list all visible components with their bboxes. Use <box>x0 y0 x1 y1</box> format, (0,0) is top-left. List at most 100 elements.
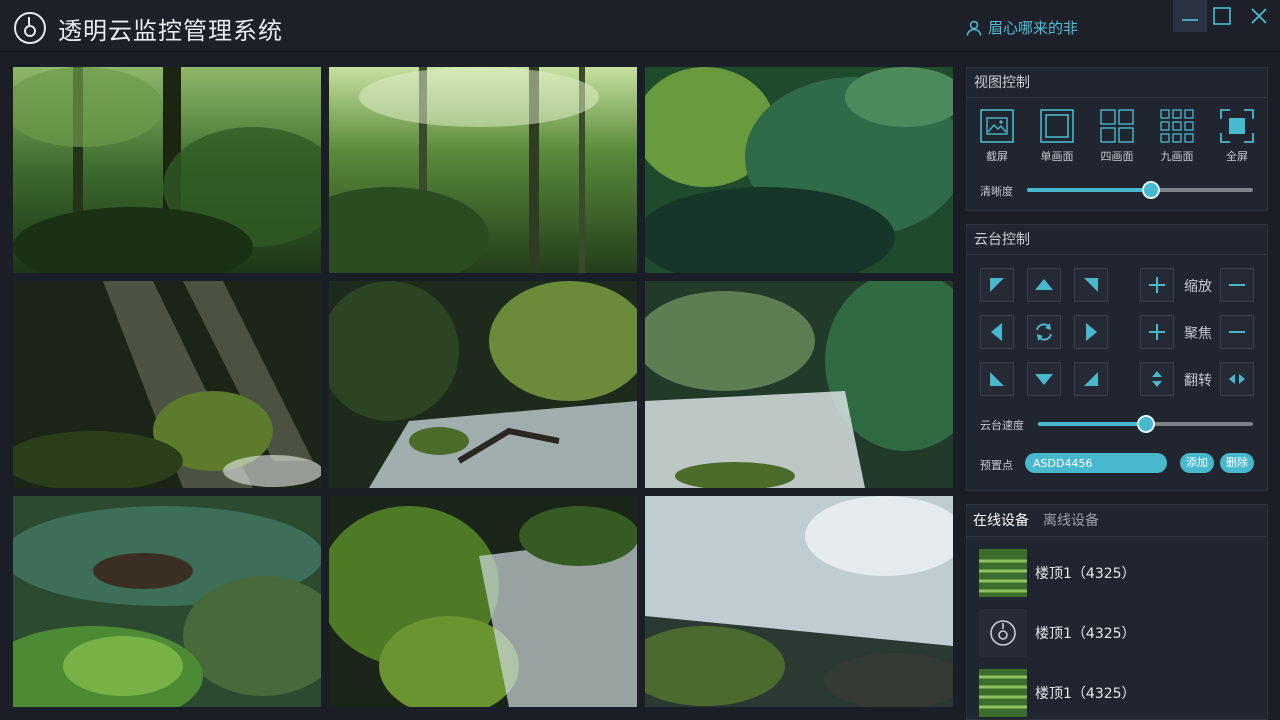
add-preset-button[interactable]: 添加 <box>1180 453 1214 473</box>
pan-down-left-button[interactable] <box>980 362 1014 396</box>
focus-out-button[interactable] <box>1220 315 1254 349</box>
screenshot-icon <box>980 109 1014 143</box>
camera-logo-icon <box>979 609 1027 657</box>
screenshot-button[interactable]: 截屏 <box>972 108 1022 164</box>
focus-in-button[interactable] <box>1140 315 1174 349</box>
fullscreen-label: 全屏 <box>1226 150 1248 163</box>
flip-vertical-icon <box>1152 371 1162 387</box>
pan-down-right-button[interactable] <box>1074 362 1108 396</box>
pan-down-button[interactable] <box>1027 362 1061 396</box>
minimize-icon <box>1182 19 1198 21</box>
device-tabs: 在线设备 离线设备 <box>967 505 1267 537</box>
device-thumbnail <box>979 549 1027 597</box>
nine-view-icon <box>1160 109 1194 143</box>
fullscreen-button[interactable]: 全屏 <box>1212 108 1262 164</box>
four-view-label: 四画面 <box>1100 150 1134 163</box>
device-name: 楼顶1（4325） <box>1035 566 1136 582</box>
zoom-in-button[interactable] <box>1140 268 1174 302</box>
zoom-out-button[interactable] <box>1220 268 1254 302</box>
pan-up-left-button[interactable] <box>980 268 1014 302</box>
close-icon <box>1251 8 1267 24</box>
arrow-down-icon <box>1035 374 1053 385</box>
arrow-up-left-icon <box>990 278 1004 292</box>
arrow-right-icon <box>1086 323 1097 341</box>
arrow-left-icon <box>991 323 1002 341</box>
video-cell[interactable] <box>13 281 321 488</box>
video-cell[interactable] <box>329 496 637 707</box>
clarity-slider[interactable] <box>1027 181 1253 199</box>
device-thumbnail <box>979 609 1027 657</box>
refresh-icon <box>1036 323 1052 341</box>
flip-horizontal-button[interactable] <box>1220 362 1254 396</box>
video-cell[interactable] <box>645 67 953 273</box>
minimize-button[interactable] <box>1173 0 1207 32</box>
arrow-down-left-icon <box>990 372 1004 386</box>
video-cell[interactable] <box>329 281 637 488</box>
plus-icon <box>1149 277 1165 293</box>
clarity-slider-fill <box>1027 188 1152 192</box>
clarity-slider-knob[interactable] <box>1142 181 1161 199</box>
tab-offline-devices[interactable]: 离线设备 <box>1043 505 1099 536</box>
single-view-label: 单画面 <box>1040 150 1074 163</box>
pan-up-right-button[interactable] <box>1074 268 1108 302</box>
ptz-reset-button[interactable] <box>1027 315 1061 349</box>
minus-icon <box>1229 331 1245 333</box>
device-name: 楼顶1（4325） <box>1035 686 1136 702</box>
list-item[interactable]: 楼顶1（4325） <box>979 549 1136 597</box>
preset-input[interactable] <box>1025 453 1167 473</box>
video-cell[interactable] <box>645 496 953 707</box>
device-thumbnail <box>979 669 1027 717</box>
app-title: 透明云监控管理系统 <box>58 17 283 45</box>
title-bar: 透明云监控管理系统 眉心哪来的非 <box>0 0 1280 52</box>
zoom-label: 缩放 <box>1184 279 1212 295</box>
ptz-control-panel: 云台控制 缩放 聚焦 翻转 云台速度 预置点 添加 删除 <box>966 224 1268 491</box>
close-button[interactable] <box>1242 0 1276 32</box>
nine-view-label: 九画面 <box>1160 150 1194 163</box>
device-list-panel: 在线设备 离线设备 楼顶1（4325） 楼顶1（4325） 楼顶1（4325） <box>966 504 1268 720</box>
preset-label: 预置点 <box>980 459 1013 472</box>
plus-icon <box>1149 324 1165 340</box>
user-menu[interactable]: 眉心哪来的非 <box>966 17 1078 38</box>
app-logo-icon <box>14 12 46 44</box>
clarity-label: 清晰度 <box>980 185 1013 198</box>
arrow-up-right-icon <box>1084 278 1098 292</box>
single-view-icon <box>1040 109 1074 143</box>
nine-view-button[interactable]: 九画面 <box>1152 108 1202 164</box>
focus-label: 聚焦 <box>1184 326 1212 342</box>
flip-label: 翻转 <box>1184 373 1212 389</box>
four-view-icon <box>1100 109 1134 143</box>
flip-horizontal-icon <box>1229 374 1245 384</box>
ptz-speed-slider-fill <box>1038 422 1146 426</box>
minus-icon <box>1229 284 1245 286</box>
list-item[interactable]: 楼顶1（4325） <box>979 669 1136 717</box>
view-control-panel: 视图控制 截屏 单画面 四画面 九画面 全屏 清晰度 <box>966 67 1268 211</box>
user-name: 眉心哪来的非 <box>988 19 1079 37</box>
four-view-button[interactable]: 四画面 <box>1092 108 1142 164</box>
device-name: 楼顶1（4325） <box>1035 626 1136 642</box>
video-cell[interactable] <box>329 67 637 273</box>
maximize-button[interactable] <box>1205 0 1239 32</box>
tab-online-devices[interactable]: 在线设备 <box>973 505 1029 536</box>
video-cell[interactable] <box>13 67 321 273</box>
list-item[interactable]: 楼顶1（4325） <box>979 609 1136 657</box>
ptz-speed-slider[interactable] <box>1038 415 1253 433</box>
pan-left-button[interactable] <box>980 315 1014 349</box>
view-control-title: 视图控制 <box>967 68 1267 98</box>
ptz-speed-label: 云台速度 <box>980 419 1024 432</box>
video-cell[interactable] <box>645 281 953 488</box>
flip-vertical-button[interactable] <box>1140 362 1174 396</box>
pan-right-button[interactable] <box>1074 315 1108 349</box>
video-cell[interactable] <box>13 496 321 707</box>
maximize-icon <box>1213 7 1231 25</box>
screenshot-label: 截屏 <box>986 150 1008 163</box>
arrow-down-right-icon <box>1084 372 1098 386</box>
delete-preset-button[interactable]: 删除 <box>1220 453 1254 473</box>
fullscreen-icon <box>1220 109 1254 143</box>
video-grid <box>13 67 953 707</box>
user-icon <box>966 20 982 36</box>
ptz-control-title: 云台控制 <box>967 225 1267 255</box>
pan-up-button[interactable] <box>1027 268 1061 302</box>
ptz-speed-slider-knob[interactable] <box>1136 415 1155 433</box>
single-view-button[interactable]: 单画面 <box>1032 108 1082 164</box>
arrow-up-icon <box>1035 279 1053 290</box>
